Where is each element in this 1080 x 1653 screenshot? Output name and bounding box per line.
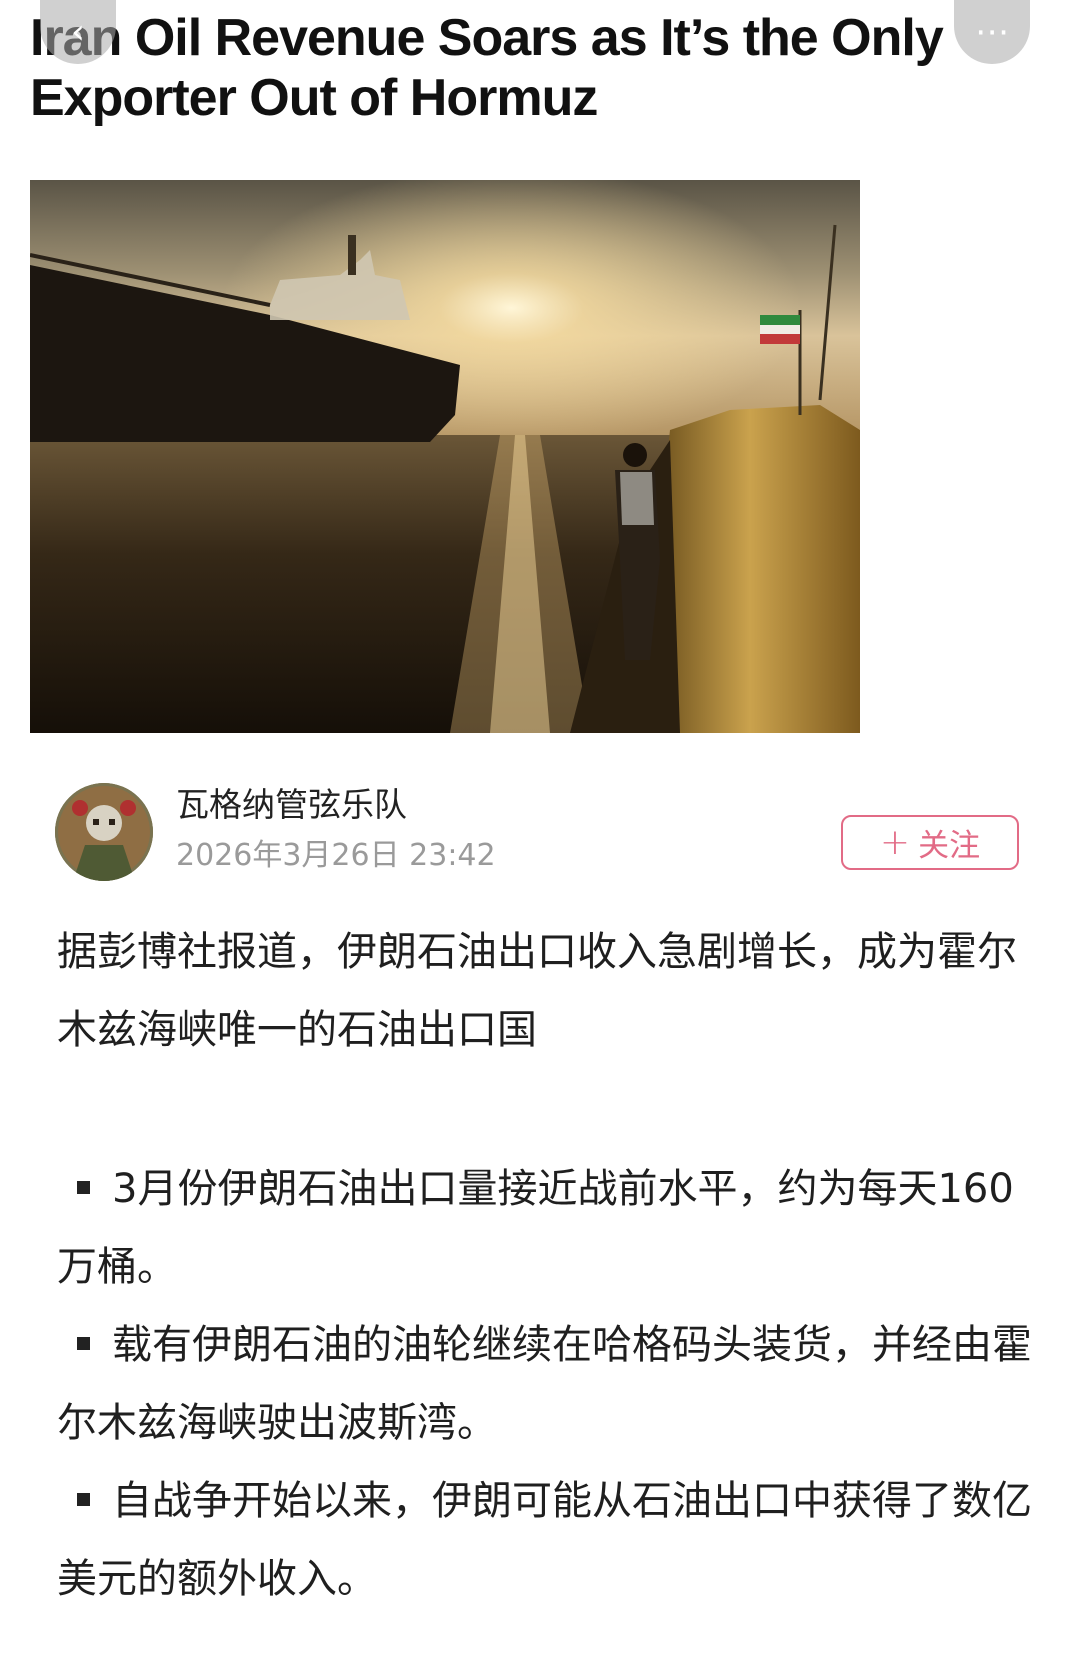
article-photo[interactable] (30, 180, 860, 733)
article-bullet-list: 3月份伊朗石油出口量接近战前水平，约为每天160万桶。 载有伊朗石油的油轮继续在… (57, 1150, 1037, 1618)
list-item: 自战争开始以来，伊朗可能从石油出口中获得了数亿美元的额外收入。 (57, 1462, 1037, 1618)
post-timestamp: 2026年3月26日 23:42 (176, 838, 496, 873)
list-item: 载有伊朗石油的油轮继续在哈格码头装货，并经由霍尔木兹海峡驶出波斯湾。 (57, 1306, 1037, 1462)
list-item: 3月份伊朗石油出口量接近战前水平，约为每天160万桶。 (57, 1150, 1037, 1306)
follow-label: 关注 (918, 828, 981, 864)
headline-line-1: Iran Oil Revenue Soars as It’s the Only (30, 9, 944, 67)
bullet-text: 3月份伊朗石油出口量接近战前水平，约为每天160万桶。 (57, 1166, 1014, 1290)
bullet-text: 载有伊朗石油的油轮继续在哈格码头装货，并经由霍尔木兹海峡驶出波斯湾。 (57, 1322, 1032, 1446)
article-headline: Iran Oil Revenue Soars as It’s the Only … (30, 8, 1060, 128)
avatar-image (55, 783, 153, 881)
bullet-square-icon (77, 1336, 90, 1350)
chevron-left-icon: ‹ (71, 12, 85, 52)
author-name[interactable]: 瓦格纳管弦乐队 (176, 783, 407, 827)
headline-line-2: Exporter Out of Hormuz (30, 69, 598, 127)
more-dots-icon: ⋯ (975, 12, 1009, 52)
plus-icon: + (879, 821, 911, 863)
bullet-text: 自战争开始以来，伊朗可能从石油出口中获得了数亿美元的额外收入。 (57, 1478, 1032, 1602)
follow-button[interactable]: + 关注 (841, 815, 1019, 870)
tanker-sunset-image (30, 180, 860, 733)
bullet-square-icon (77, 1180, 90, 1194)
article-intro: 据彭博社报道，伊朗石油出口收入急剧增长，成为霍尔木兹海峡唯一的石油出口国 (57, 929, 1017, 1053)
avatar[interactable] (55, 783, 153, 881)
bullet-square-icon (77, 1492, 90, 1506)
